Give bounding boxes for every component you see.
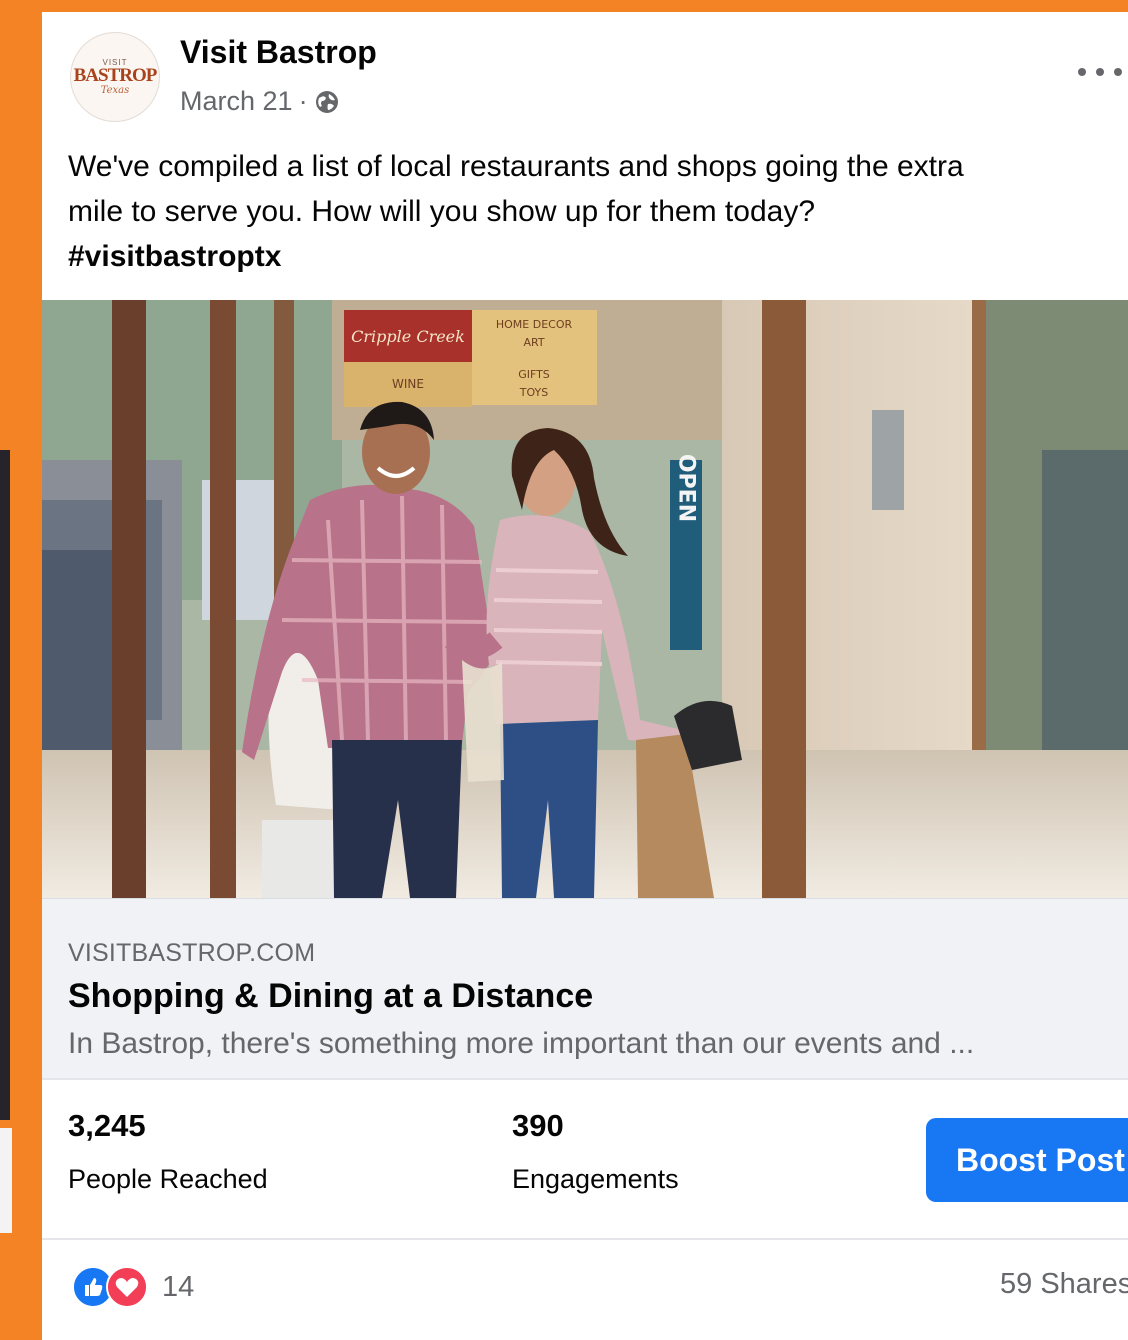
- sign-art-text: ART: [523, 336, 544, 349]
- avatar-script-text: Texas: [100, 85, 130, 96]
- engagement-value: 390: [512, 1108, 564, 1143]
- post-date: March 21 ·: [180, 86, 340, 117]
- facebook-post-card: VISIT BASTROP Texas Visit Bastrop March …: [42, 12, 1128, 1340]
- more-options-icon[interactable]: [1078, 62, 1122, 82]
- sign-home-text: HOME DECOR: [496, 318, 573, 331]
- street-scene-image: Cripple Creek HOME DECOR ART GIFTS TOYS …: [42, 300, 1128, 898]
- reaction-summary[interactable]: 14: [72, 1266, 194, 1308]
- link-preview[interactable]: VISITBASTROP.COM Shopping & Dining at a …: [42, 898, 1128, 1079]
- background-panel: [0, 450, 10, 1120]
- sign-toys-text: TOYS: [519, 386, 548, 399]
- sign-main-text: Cripple Creek: [351, 327, 465, 346]
- engagement-label: Engagements: [512, 1164, 679, 1194]
- page-name[interactable]: Visit Bastrop: [180, 34, 377, 71]
- reach-label: People Reached: [68, 1164, 268, 1194]
- reach-value: 3,245: [68, 1108, 146, 1143]
- link-description: In Bastrop, there's something more impor…: [68, 1027, 975, 1060]
- post-message: We've compiled a list of local restauran…: [68, 144, 1108, 279]
- post-date-text[interactable]: March 21: [180, 86, 293, 117]
- page-avatar[interactable]: VISIT BASTROP Texas: [70, 32, 160, 122]
- post-text-line: We've compiled a list of local restauran…: [68, 150, 964, 183]
- avatar-brand-text: BASTROP: [73, 65, 158, 86]
- love-reaction-icon: [106, 1266, 148, 1308]
- globe-icon[interactable]: [314, 89, 340, 115]
- boost-post-button[interactable]: Boost Post: [926, 1118, 1128, 1202]
- background-panel-light: [0, 1128, 12, 1233]
- sign-gifts-text: GIFTS: [518, 368, 550, 381]
- link-title[interactable]: Shopping & Dining at a Distance: [68, 977, 593, 1016]
- hashtag-link[interactable]: #visitbastroptx: [68, 234, 1108, 279]
- reach-stat: 3,245 People Reached: [68, 1108, 268, 1195]
- link-domain: VISITBASTROP.COM: [68, 939, 316, 967]
- divider: [42, 1078, 1128, 1080]
- shares-count[interactable]: 59 Shares: [1000, 1268, 1128, 1301]
- post-photo[interactable]: Cripple Creek HOME DECOR ART GIFTS TOYS …: [42, 300, 1128, 898]
- post-text-line: mile to serve you. How will you show up …: [68, 195, 815, 228]
- sign-wine-text: WINE: [392, 377, 424, 391]
- open-sign-text: OPEN: [674, 454, 699, 522]
- post-header: VISIT BASTROP Texas Visit Bastrop March …: [42, 12, 1128, 132]
- date-separator: ·: [298, 86, 308, 116]
- divider: [42, 1238, 1128, 1240]
- reaction-count: 14: [162, 1270, 195, 1303]
- engagement-stat: 390 Engagements: [512, 1108, 679, 1195]
